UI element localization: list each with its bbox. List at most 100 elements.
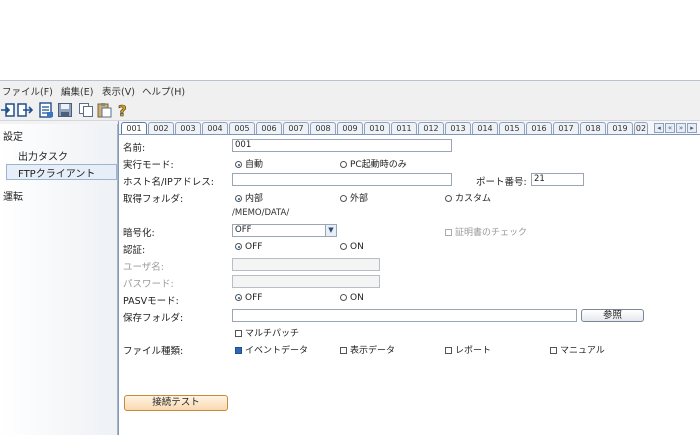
tab-last-icon[interactable]: » (676, 123, 686, 133)
user-label: ユーザ名: (123, 262, 165, 273)
menu-file[interactable]: ファイル(F) (2, 84, 53, 98)
user-field[interactable] (232, 258, 380, 271)
password-label: パスワード: (123, 279, 174, 290)
menu-view[interactable]: 表示(V) (102, 84, 135, 98)
radio-icon (340, 243, 347, 250)
file-type-event-checkbox[interactable]: イベントデータ (235, 343, 308, 356)
run-mode-pc-start-radio[interactable]: PC起動時のみ (340, 157, 407, 170)
auth-on-radio[interactable]: ON (340, 242, 364, 252)
menu-edit[interactable]: 編集(E) (61, 84, 93, 98)
radio-icon (235, 243, 242, 250)
save-folder-field[interactable] (232, 309, 577, 322)
tab-018[interactable]: 018 (580, 122, 606, 134)
radio-icon (235, 294, 242, 301)
tab-016[interactable]: 016 (526, 122, 552, 134)
tab-012[interactable]: 012 (418, 122, 444, 134)
checkbox-icon (445, 347, 452, 354)
tab-strip: 001 002 003 004 005 006 007 008 009 010 011 012 013 0… (119, 121, 700, 135)
copy-icon[interactable] (78, 102, 94, 118)
folder-path: /MEMO/DATA/ (232, 208, 290, 218)
save-icon[interactable] (57, 102, 73, 118)
cert-check-checkbox[interactable]: 証明書のチェック (445, 225, 527, 238)
checkbox-icon (550, 347, 557, 354)
connect-test-button[interactable]: 接続テスト (124, 395, 228, 411)
tab-prev-icon[interactable]: ◂ (654, 123, 664, 133)
folder-custom-label: カスタム (455, 194, 492, 204)
password-field[interactable] (232, 275, 380, 288)
multi-patch-label: マルチパッチ (245, 329, 300, 339)
tab-019[interactable]: 019 (607, 122, 633, 134)
file-type-report-checkbox[interactable]: レポート (445, 343, 491, 356)
checkbox-icon (235, 347, 242, 354)
tab-014[interactable]: 014 (472, 122, 498, 134)
menu-bar: ファイル(F) 編集(E) 表示(V) ヘルプ(H) (0, 81, 700, 99)
sidebar-item-ftp-client[interactable]: FTPクライアント (18, 165, 95, 180)
tab-003[interactable]: 003 (175, 122, 201, 134)
chevron-down-icon[interactable]: ▼ (325, 225, 336, 236)
tab-002[interactable]: 002 (148, 122, 174, 134)
tab-008[interactable]: 008 (310, 122, 336, 134)
tab-013[interactable]: 013 (445, 122, 471, 134)
pasv-on-radio[interactable]: ON (340, 293, 364, 303)
file-type-manual-label: マニュアル (560, 346, 605, 356)
pasv-off-radio[interactable]: OFF (235, 293, 262, 303)
file-type-manual-checkbox[interactable]: マニュアル (550, 343, 605, 356)
sidebar: 設定 出力タスク FTPクライアント 運転 (0, 124, 118, 435)
help-icon[interactable]: ? (115, 102, 131, 118)
tab-004[interactable]: 004 (202, 122, 228, 134)
name-field[interactable]: 001 (232, 139, 452, 152)
tab-017[interactable]: 017 (553, 122, 579, 134)
sidebar-operation[interactable]: 運転 (3, 188, 23, 203)
auth-off-radio[interactable]: OFF (235, 242, 262, 252)
browse-button[interactable]: 参照 (581, 309, 644, 322)
tab-02[interactable]: 02 (634, 122, 648, 134)
tab-first-icon[interactable]: « (665, 123, 675, 133)
auth-label: 認証: (123, 245, 146, 256)
cert-check-label: 証明書のチェック (455, 228, 528, 238)
file-type-label: ファイル種類: (123, 346, 184, 357)
menu-help[interactable]: ヘルプ(H) (142, 84, 185, 98)
sidebar-settings[interactable]: 設定 (3, 128, 23, 143)
auth-on-label: ON (350, 242, 364, 252)
folder-external-label: 外部 (350, 194, 369, 204)
radio-icon (340, 294, 347, 301)
main-content: 001 002 003 004 005 006 007 008 009 010 011 012 013 0… (118, 121, 700, 435)
app-window: ファイル(F) 編集(E) 表示(V) ヘルプ(H) ? 設定 出力タスク FT… (0, 80, 700, 435)
tab-001[interactable]: 001 (121, 122, 147, 134)
toolbar: ? (0, 99, 700, 121)
properties-icon[interactable] (38, 102, 54, 118)
port-field[interactable]: 21 (531, 173, 584, 186)
multi-patch-checkbox[interactable]: マルチパッチ (235, 326, 299, 339)
radio-icon (340, 195, 347, 202)
tab-010[interactable]: 010 (364, 122, 390, 134)
tab-006[interactable]: 006 (256, 122, 282, 134)
host-field[interactable] (232, 173, 452, 186)
radio-icon (235, 161, 242, 168)
import-icon[interactable] (0, 102, 16, 118)
radio-icon (445, 195, 452, 202)
radio-icon (235, 195, 242, 202)
tab-007[interactable]: 007 (283, 122, 309, 134)
tab-005[interactable]: 005 (229, 122, 255, 134)
tab-next-icon[interactable]: ▸ (687, 123, 697, 133)
run-mode-auto-radio[interactable]: 自動 (235, 157, 263, 170)
pasv-off-label: OFF (245, 293, 263, 303)
pasv-on-label: ON (350, 293, 364, 303)
folder-external-radio[interactable]: 外部 (340, 191, 368, 204)
run-mode-pc-start-label: PC起動時のみ (350, 160, 407, 170)
tab-009[interactable]: 009 (337, 122, 363, 134)
folder-internal-label: 内部 (245, 194, 264, 204)
export-icon[interactable] (17, 102, 33, 118)
sidebar-item-output-task[interactable]: 出力タスク (18, 148, 68, 163)
encrypt-select[interactable]: OFF ▼ (232, 224, 337, 237)
checkbox-icon (340, 347, 347, 354)
folder-internal-radio[interactable]: 内部 (235, 191, 263, 204)
paste-icon[interactable] (96, 102, 112, 118)
tab-011[interactable]: 011 (391, 122, 417, 134)
file-type-display-checkbox[interactable]: 表示データ (340, 343, 395, 356)
radio-icon (340, 161, 347, 168)
encrypt-value: OFF (235, 225, 252, 235)
folder-custom-radio[interactable]: カスタム (445, 191, 491, 204)
file-type-report-label: レポート (455, 346, 492, 356)
tab-015[interactable]: 015 (499, 122, 525, 134)
